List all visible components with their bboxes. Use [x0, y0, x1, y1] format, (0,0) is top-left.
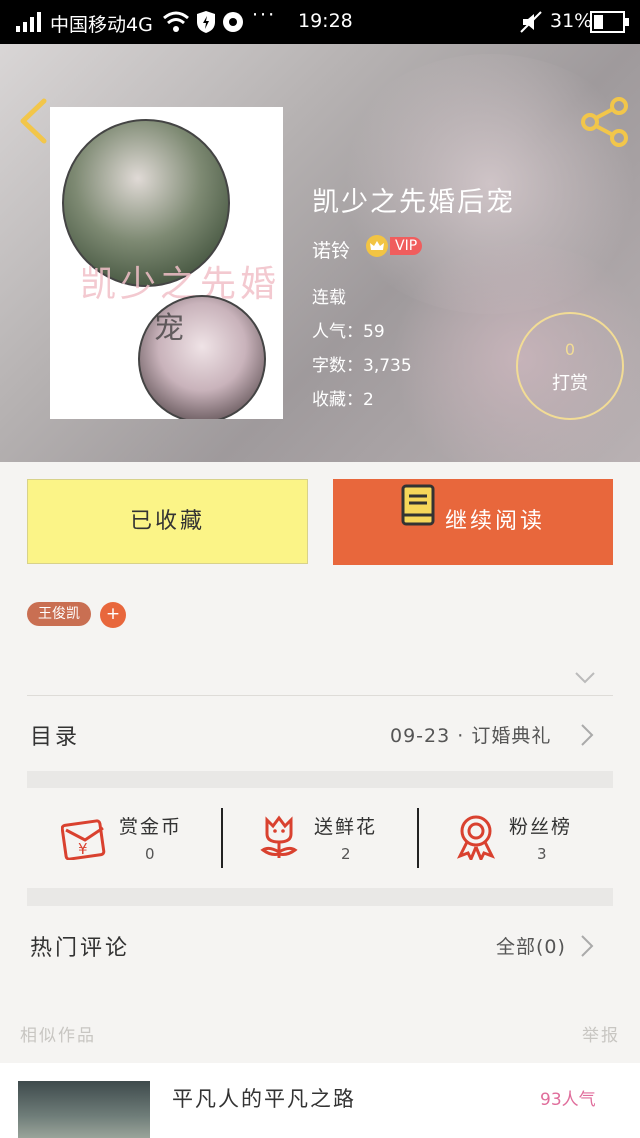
- carrier: 中国移动4G: [50, 14, 153, 36]
- stat-coins[interactable]: ¥ 赏金币 0: [27, 788, 222, 888]
- word-count: 字数：3,735: [312, 356, 412, 376]
- report-link[interactable]: 举报: [582, 1021, 620, 1046]
- wifi-icon: [163, 11, 189, 38]
- continue-reading-button[interactable]: 继续阅读: [333, 479, 613, 565]
- stat-fans[interactable]: 粉丝榜 3: [419, 788, 613, 888]
- similar-work-item[interactable]: 平凡人的平凡之路 93人气: [0, 1063, 640, 1138]
- chevron-right-icon: [580, 723, 594, 751]
- all-comments-link: 全部(0): [496, 936, 566, 958]
- book-title: 凯少之先婚后宠: [312, 187, 515, 218]
- popularity: 人气：59: [312, 322, 385, 342]
- hot-comments-label: 热门评论: [30, 936, 131, 961]
- serial-status: 连载: [312, 288, 346, 308]
- stats-row: ¥ 赏金币 0 送鲜花 2 粉丝榜 3: [27, 788, 613, 888]
- back-button[interactable]: [18, 98, 48, 148]
- favorite-button[interactable]: 已收藏: [27, 479, 308, 564]
- battery-percent: 31%: [550, 10, 593, 32]
- svg-text:¥: ¥: [78, 840, 88, 858]
- medal-icon: [455, 814, 497, 864]
- hot-comments-row[interactable]: 热门评论 全部(0): [0, 906, 640, 982]
- stat-label: 赏金币: [119, 816, 183, 838]
- continue-label: 继续阅读: [444, 509, 545, 534]
- stat-value: 3: [537, 845, 547, 863]
- reward-label: 打赏: [552, 373, 588, 394]
- red-envelope-icon: ¥: [60, 816, 109, 864]
- cover-title-text-2: 宠: [154, 311, 184, 346]
- stat-label: 送鲜花: [314, 816, 378, 838]
- similar-work-popularity: 93人气: [540, 1090, 596, 1110]
- similar-work-title: 平凡人的平凡之路: [172, 1087, 356, 1111]
- reward-button[interactable]: 0 打赏: [516, 312, 624, 420]
- catalog-row[interactable]: 目录 09-23 · 订婚典礼: [0, 697, 640, 771]
- book-cover: 凯少之先婚 宠: [50, 107, 283, 419]
- stat-label: 粉丝榜: [509, 816, 573, 838]
- divider: [27, 695, 613, 696]
- notification-icon: [222, 10, 248, 39]
- favorite-count: 收藏：2: [312, 390, 374, 410]
- section-separator: [27, 771, 613, 788]
- tag-chip[interactable]: 王俊凯: [27, 602, 91, 626]
- reward-count: 0: [564, 340, 576, 359]
- similar-works-heading: 相似作品: [20, 1026, 96, 1046]
- crown-icon: [366, 235, 388, 257]
- stat-value: 2: [341, 845, 351, 863]
- mute-icon: [520, 11, 542, 38]
- favorite-label: 已收藏: [129, 509, 205, 534]
- more-notifications-icon: ···: [252, 4, 277, 26]
- status-bar: 中国移动4G ··· 19:28 31%: [0, 0, 640, 44]
- stat-flowers[interactable]: 送鲜花 2: [223, 788, 418, 888]
- book-icon: [401, 477, 435, 563]
- share-icon: [581, 97, 628, 147]
- author-name[interactable]: 诺铃: [312, 236, 350, 263]
- chevron-right-icon: [580, 934, 594, 962]
- battery-icon: [590, 11, 630, 38]
- signal-icon: [16, 12, 42, 37]
- similar-work-cover: [18, 1081, 150, 1138]
- catalog-label: 目录: [30, 725, 81, 750]
- stat-value: 0: [145, 845, 155, 863]
- latest-chapter: 09-23 · 订婚典礼: [390, 725, 552, 747]
- share-button[interactable]: [580, 96, 630, 152]
- vip-badge: VIP: [390, 237, 423, 255]
- flower-icon: [259, 814, 299, 864]
- chevron-down-icon[interactable]: [574, 670, 596, 689]
- section-separator: [27, 888, 613, 906]
- clock: 19:28: [298, 10, 353, 32]
- shield-icon: [196, 10, 216, 39]
- add-tag-button[interactable]: +: [100, 602, 126, 628]
